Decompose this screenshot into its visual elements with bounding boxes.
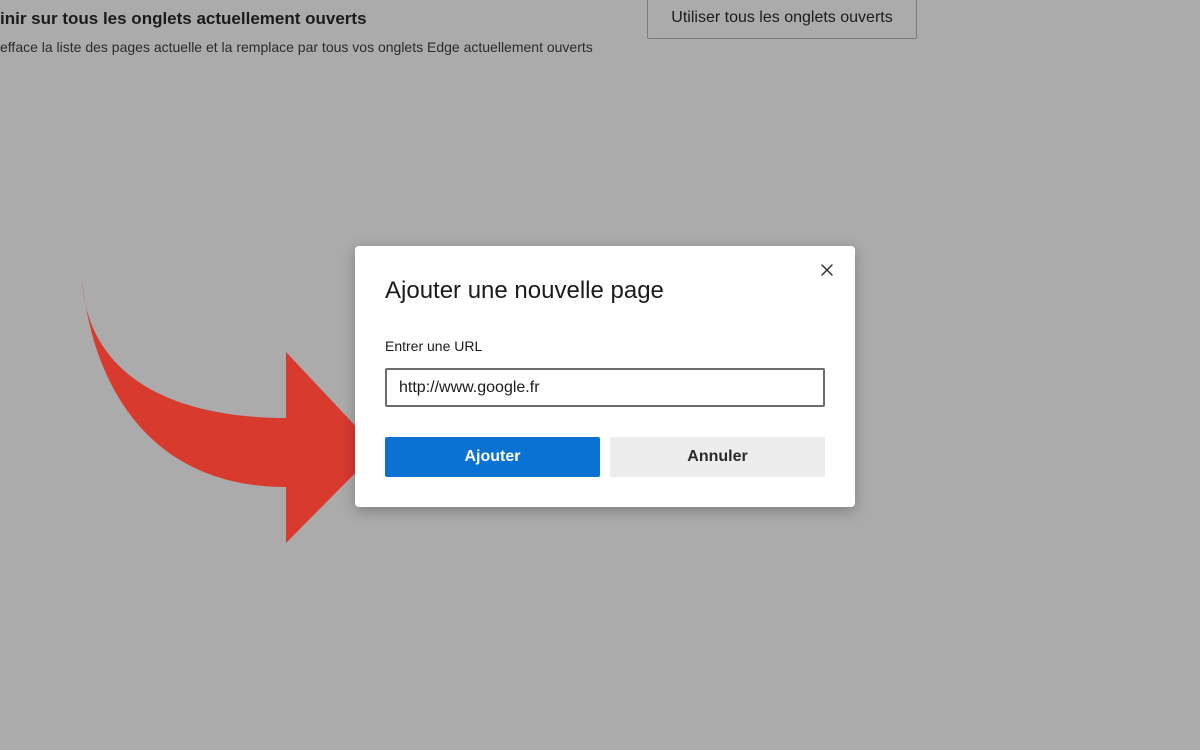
close-icon[interactable]	[817, 260, 837, 280]
add-page-dialog: Ajouter une nouvelle page Entrer une URL…	[355, 246, 855, 507]
url-input[interactable]	[385, 368, 825, 407]
url-field-label: Entrer une URL	[385, 338, 483, 354]
dialog-title: Ajouter une nouvelle page	[385, 277, 664, 304]
cancel-button[interactable]: Annuler	[610, 437, 825, 477]
add-button[interactable]: Ajouter	[385, 437, 600, 477]
use-all-tabs-button[interactable]: Utiliser tous les onglets ouverts	[647, 0, 917, 39]
curved-arrow-icon	[82, 280, 378, 543]
